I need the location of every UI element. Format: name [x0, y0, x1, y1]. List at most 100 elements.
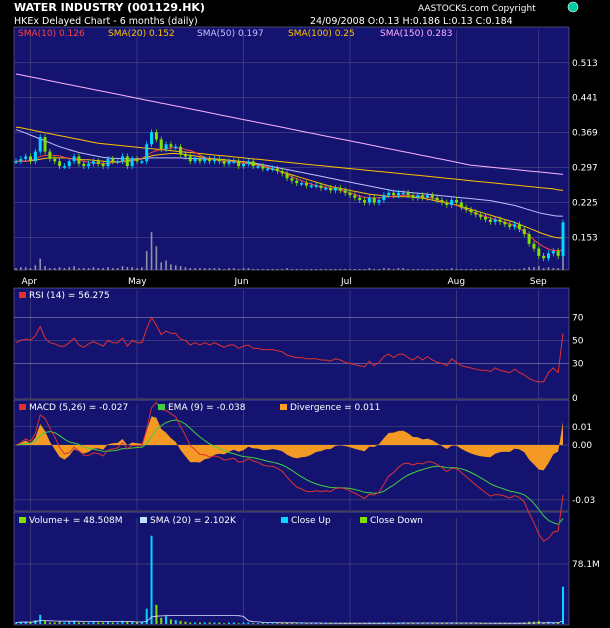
price-volume-bar [44, 266, 46, 270]
price-volume-bar [354, 269, 356, 270]
candle-body [96, 161, 100, 164]
price-volume-bar [320, 269, 322, 270]
price-volume-bar [363, 269, 366, 270]
volume-bar [271, 623, 274, 625]
candle-body [183, 154, 187, 157]
candle-body [295, 180, 299, 184]
price-volume-bar [407, 269, 409, 270]
candle-body [232, 161, 236, 163]
price-volume-bar [300, 269, 303, 270]
legend-sma10: SMA(10) 0.126 [18, 29, 85, 39]
volume-bar [48, 622, 51, 624]
volume-bar [102, 622, 105, 624]
candle-body [19, 158, 23, 162]
volume-bar [92, 621, 95, 624]
candle-body [522, 229, 526, 235]
price-volume-bar [271, 269, 274, 270]
candle-body [304, 183, 308, 186]
volume-bar [290, 623, 293, 625]
price-volume-bar [291, 269, 293, 270]
volume-bar [77, 622, 80, 624]
volume-bar [39, 614, 42, 624]
price-volume-bar [252, 269, 254, 270]
candle-body [203, 158, 207, 162]
price-volume-bar [237, 269, 240, 270]
price-volume-bar [310, 269, 313, 270]
candle-body [363, 200, 367, 203]
candle-body [455, 200, 459, 203]
month-tick-label: Apr [22, 277, 38, 287]
price-volume-bar [121, 266, 124, 270]
close-down-legend-swatch [360, 517, 367, 523]
candle-body [14, 161, 18, 163]
candle-body [159, 139, 163, 150]
candle-body [319, 185, 323, 188]
candle-body [275, 168, 279, 171]
volume-bar [208, 622, 211, 624]
price-volume-bar [39, 258, 42, 270]
price-volume-bar [53, 268, 56, 270]
volume-legend-swatch [19, 517, 26, 523]
volume-bar [242, 622, 245, 624]
price-volume-bar [368, 268, 371, 270]
candle-body [488, 219, 492, 222]
price-volume-bar [145, 251, 148, 270]
candle-body [551, 251, 555, 254]
price-volume-bar [552, 268, 555, 270]
candle-body [324, 187, 328, 190]
price-volume-bar [508, 269, 511, 270]
candle-body [484, 217, 488, 220]
volume-bar [194, 622, 197, 624]
candle-body [532, 243, 536, 249]
candle-body [140, 161, 144, 163]
price-volume-bar [213, 268, 216, 270]
price-volume-bar [431, 269, 434, 270]
price-volume-bar [416, 269, 419, 270]
rsi-legend: RSI (14) = 56.275 [29, 291, 110, 301]
candle-body [227, 161, 231, 164]
legend-sma150: SMA(150) 0.283 [380, 29, 452, 39]
volume-bar [300, 623, 303, 625]
divergence-legend-swatch [280, 404, 287, 410]
candle-body [38, 137, 42, 152]
price-volume-bar [329, 269, 332, 270]
volume-bar [29, 622, 32, 624]
candle-body [48, 151, 52, 159]
price-volume-bar [141, 267, 143, 270]
candle-body [217, 158, 221, 162]
month-tick-label: Jun [234, 277, 249, 287]
price-volume-bar [349, 269, 351, 270]
candle-body [62, 166, 66, 168]
candle-body [266, 168, 270, 171]
candle-body [58, 161, 62, 167]
volume-bar [136, 622, 139, 624]
candle-body [309, 185, 313, 188]
close-down-legend: Close Down [370, 516, 423, 526]
price-volume-bar [460, 269, 463, 270]
price-volume-bar [475, 269, 477, 270]
price-volume-bar [470, 269, 472, 270]
candle-body [425, 195, 429, 198]
candle-body [242, 163, 246, 167]
price-volume-bar [479, 269, 482, 270]
price-volume-bar [58, 267, 61, 270]
month-tick-label: Jul [340, 277, 352, 287]
volume-bar [198, 622, 201, 624]
candle-body [503, 221, 507, 225]
price-volume-bar [82, 268, 85, 270]
candle-body [290, 178, 294, 181]
candle-body [29, 156, 33, 162]
candle-body [116, 161, 120, 163]
volume-bar [232, 622, 235, 624]
price-volume-bar [504, 269, 506, 270]
price-volume-bar [97, 268, 100, 270]
price-volume-bar [49, 268, 51, 270]
candle-body [527, 234, 531, 244]
price-volume-bar [266, 269, 269, 270]
candle-body [135, 158, 139, 162]
price-volume-bar [412, 269, 414, 270]
candle-body [154, 132, 158, 140]
candle-body [72, 156, 76, 162]
price-volume-bar [528, 267, 530, 270]
candle-body [329, 187, 333, 191]
